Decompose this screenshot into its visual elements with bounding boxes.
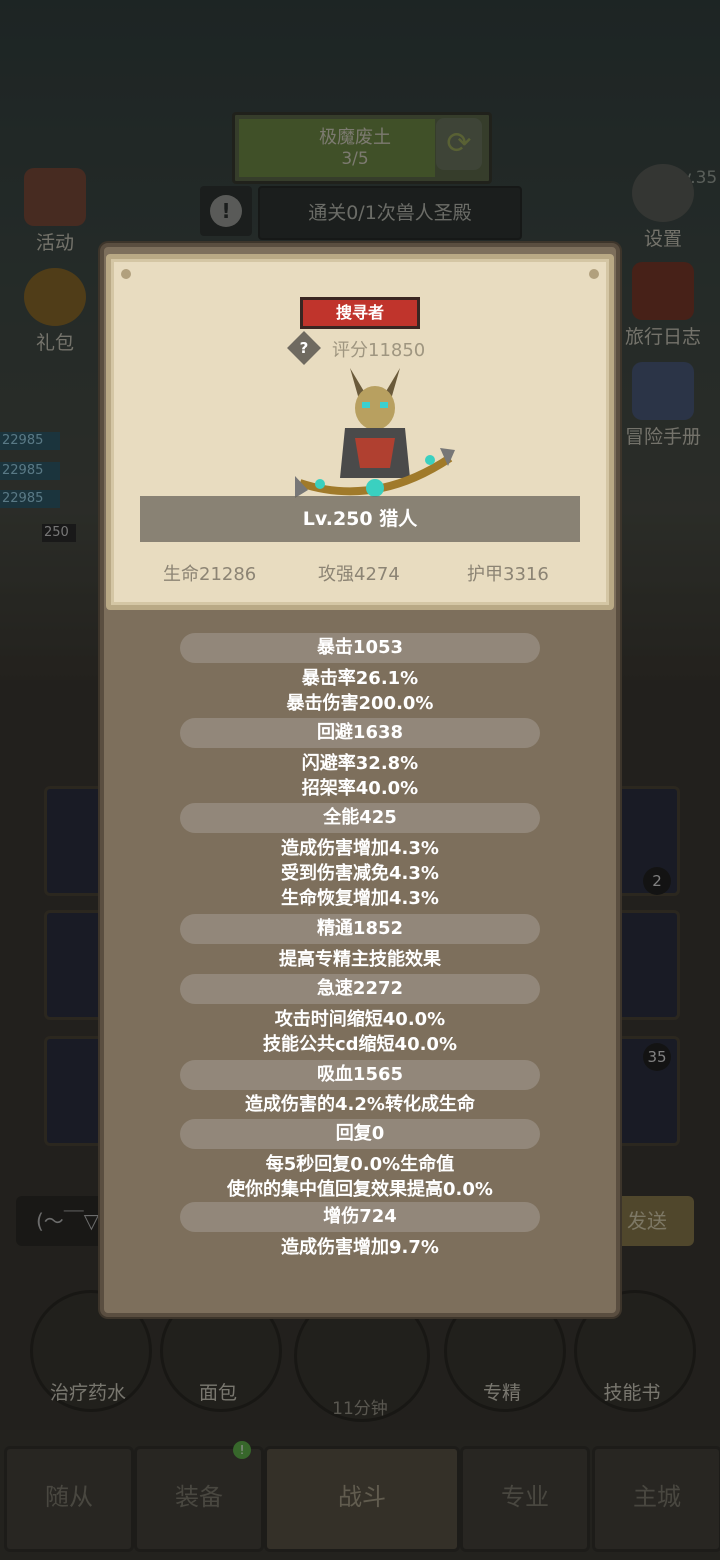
- stat-header-regen: 回复0: [180, 1119, 540, 1149]
- stat-line: 攻击时间缩短40.0%: [274, 1009, 446, 1030]
- hunter-character-portrait: [295, 368, 455, 498]
- stat-line: 造成伤害增加4.3%: [281, 838, 439, 859]
- stat-attack-power: 攻强4274: [318, 564, 400, 585]
- stat-line: 每5秒回复0.0%生命值: [265, 1154, 455, 1175]
- stat-line: 提高专精主技能效果: [279, 949, 441, 970]
- stat-line: 暴击伤害200.0%: [286, 693, 434, 714]
- stat-line: 造成伤害增加9.7%: [281, 1237, 439, 1258]
- stat-header-damage-bonus: 增伤724: [180, 1202, 540, 1232]
- stat-line: 技能公共cd缩短40.0%: [262, 1034, 457, 1055]
- stat-header-haste: 急速2272: [180, 974, 540, 1004]
- card-rivet: [589, 269, 599, 279]
- stat-header-avoidance: 回避1638: [180, 718, 540, 748]
- title-badge: 搜寻者: [300, 297, 420, 329]
- stat-line: 受到伤害减免4.3%: [281, 863, 439, 884]
- stat-header-lifesteal: 吸血1565: [180, 1060, 540, 1090]
- card-rivet: [121, 269, 131, 279]
- stat-line: 造成伤害的4.2%转化成生命: [245, 1094, 475, 1115]
- stat-line: 使你的集中值回复效果提高0.0%: [227, 1179, 493, 1200]
- stat-line: 暴击率26.1%: [301, 668, 419, 689]
- stat-line: 生命恢复增加4.3%: [281, 888, 439, 909]
- stat-line: 闪避率32.8%: [301, 753, 419, 774]
- stat-line: 招架率40.0%: [301, 778, 419, 799]
- stat-hp: 生命21286: [163, 564, 257, 585]
- character-name-level: Lv.250 猎人: [140, 496, 580, 542]
- stat-header-mastery: 精通1852: [180, 914, 540, 944]
- help-glyph: ?: [299, 339, 309, 357]
- stat-armor: 护甲3316: [467, 564, 549, 585]
- stat-header-versatility: 全能425: [180, 803, 540, 833]
- stat-header-crit: 暴击1053: [180, 633, 540, 663]
